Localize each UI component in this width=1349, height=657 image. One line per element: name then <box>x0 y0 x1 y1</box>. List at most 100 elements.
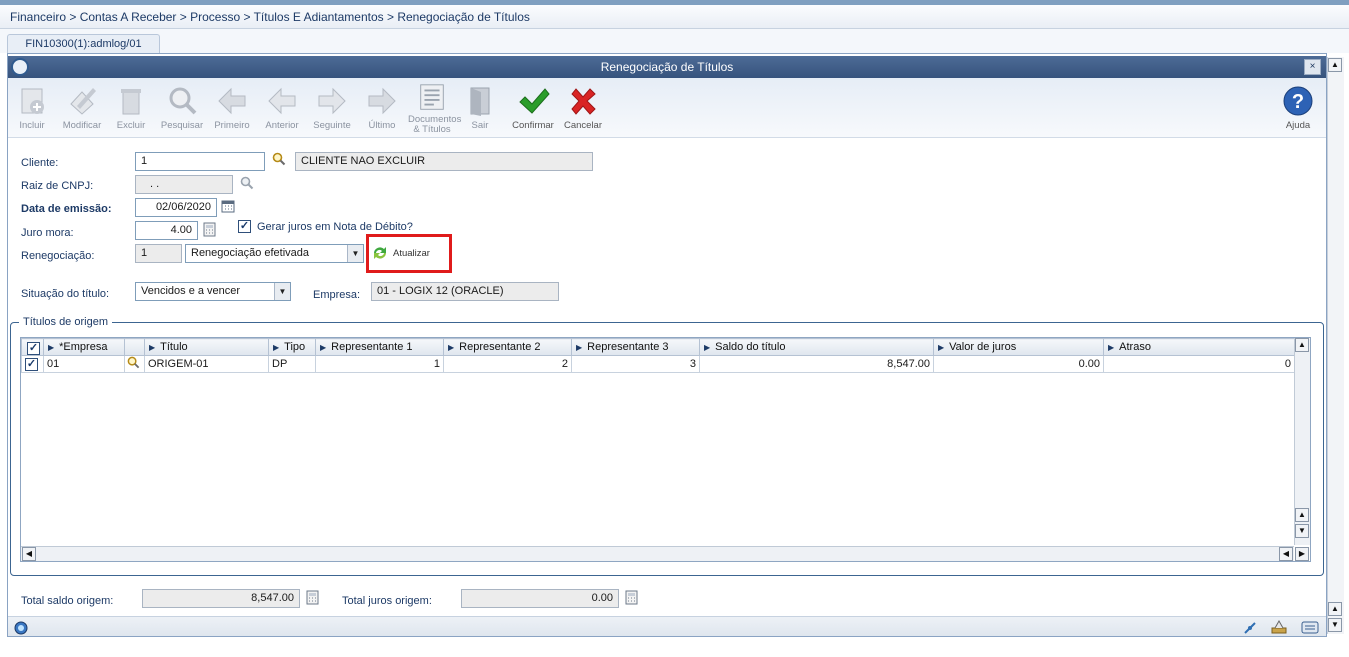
data-emissao-label: Data de emissão: <box>21 203 112 215</box>
col-titulo-label: Título <box>160 341 188 353</box>
scroll-up-icon[interactable]: ▲ <box>1295 338 1309 352</box>
col-rep2[interactable]: ▶ Representante 2 <box>443 338 572 356</box>
cell-rep3[interactable]: 3 <box>571 355 700 373</box>
scroll-right-icon[interactable]: ▶ <box>1295 547 1309 561</box>
tab-program[interactable]: FIN10300(1):admlog/01 <box>7 34 160 54</box>
ajuda-label: Ajuda <box>1285 120 1311 131</box>
grid-horizontal-scrollbar[interactable] <box>21 546 1294 561</box>
status-globe-icon[interactable] <box>12 620 30 636</box>
row-search-icon[interactable] <box>127 356 140 369</box>
excluir-button[interactable]: Excluir <box>107 82 155 136</box>
renegociacao-input[interactable]: 1 <box>135 244 182 263</box>
col-atraso[interactable]: ▶ Atraso <box>1103 338 1295 356</box>
primeiro-label: Primeiro <box>214 120 250 131</box>
incluir-button[interactable]: Incluir <box>8 82 56 136</box>
cell-atraso[interactable]: 0 <box>1103 355 1295 373</box>
juro-mora-calculator-icon[interactable] <box>203 222 216 240</box>
primeiro-button[interactable]: Primeiro <box>208 82 256 136</box>
search-icon <box>169 87 197 115</box>
cliente-input[interactable]: 1 <box>135 152 265 171</box>
exit-door-icon <box>470 87 490 116</box>
incluir-label: Incluir <box>19 120 45 131</box>
data-emissao-input[interactable]: 02/06/2020 <box>135 198 217 217</box>
cell-juros[interactable]: 0.00 <box>933 355 1104 373</box>
renegociacao-status-value: Renegociação efetivada <box>191 247 310 259</box>
renegociacao-status-select[interactable]: Renegociação efetivada ▼ <box>185 244 364 263</box>
scroll-down-icon[interactable]: ▼ <box>1328 618 1342 632</box>
scroll-up-icon[interactable]: ▲ <box>1295 508 1309 522</box>
raiz-cnpj-label: Raiz de CNPJ: <box>21 180 94 192</box>
total-juros-field: 0.00 <box>461 589 619 608</box>
scroll-up-icon[interactable]: ▲ <box>1328 58 1342 72</box>
cell-rep2[interactable]: 2 <box>443 355 572 373</box>
ultimo-label: Último <box>368 120 396 131</box>
ultimo-button[interactable]: Último <box>358 82 406 136</box>
window-vertical-scrollbar[interactable] <box>1327 57 1344 634</box>
trash-icon <box>121 89 141 115</box>
status-bar <box>8 616 1326 636</box>
sort-arrow-icon: ▶ <box>273 343 280 352</box>
excluir-label: Excluir <box>116 120 146 131</box>
sort-arrow-icon: ▶ <box>704 343 711 352</box>
col-rep1[interactable]: ▶ Representante 1 <box>315 338 444 356</box>
documentos-titulos-button[interactable]: Documentos & Títulos <box>408 80 461 135</box>
close-button[interactable]: × <box>1304 59 1321 75</box>
cell-lookup[interactable] <box>124 355 145 373</box>
col-saldo-label: Saldo do título <box>715 341 786 353</box>
col-rep3[interactable]: ▶ Representante 3 <box>571 338 700 356</box>
scroll-left-icon[interactable]: ◀ <box>1279 547 1293 561</box>
keyboard-icon[interactable] <box>1301 621 1319 634</box>
modificar-button[interactable]: Modificar <box>58 82 106 136</box>
col-tipo[interactable]: ▶ Tipo <box>268 338 316 356</box>
total-juros-calculator-icon[interactable] <box>625 590 638 608</box>
cell-titulo[interactable]: ORIGEM-01 <box>144 355 269 373</box>
link-icon[interactable] <box>1243 621 1257 635</box>
col-titulo[interactable]: ▶ Título <box>144 338 269 356</box>
raiz-cnpj-search-icon[interactable] <box>240 176 254 193</box>
total-saldo-calculator-icon[interactable] <box>306 590 319 608</box>
cell-saldo[interactable]: 8,547.00 <box>699 355 934 373</box>
confirmar-label: Confirmar <box>512 120 554 131</box>
row-checkbox[interactable]: ✓ <box>25 357 38 371</box>
table-row[interactable]: ✓ 01 ORIGEM-01 DP 1 2 3 8,547.00 0.00 0 <box>21 355 1295 373</box>
cancelar-button[interactable]: Cancelar <box>559 82 607 136</box>
situacao-select[interactable]: Vencidos e a vencer ▼ <box>135 282 291 301</box>
col-empresa[interactable]: ▶ *Empresa <box>43 338 125 356</box>
col-saldo[interactable]: ▶ Saldo do título <box>699 338 934 356</box>
ajuda-button[interactable]: ? Ajuda <box>1274 82 1322 136</box>
last-arrow-icon <box>368 87 396 115</box>
col-juros[interactable]: ▶ Valor de juros <box>933 338 1104 356</box>
col-empresa-label: *Empresa <box>59 341 108 353</box>
col-rep1-label: Representante 1 <box>331 341 413 353</box>
cliente-label: Cliente: <box>21 157 59 169</box>
gerar-juros-checkbox[interactable]: ✓ <box>238 220 251 233</box>
anterior-button[interactable]: Anterior <box>258 82 306 136</box>
cell-empresa[interactable]: 01 <box>43 355 125 373</box>
scroll-left-icon[interactable]: ◀ <box>22 547 36 561</box>
select-all-header[interactable]: ✓ <box>21 338 44 356</box>
group-title: Títulos de origem <box>19 316 112 328</box>
confirmar-button[interactable]: Confirmar <box>509 82 557 136</box>
juro-mora-input[interactable]: 4.00 <box>135 221 198 240</box>
cliente-search-icon[interactable] <box>272 152 286 169</box>
svg-text:?: ? <box>1292 91 1304 113</box>
cell-rep1[interactable]: 1 <box>315 355 444 373</box>
calendar-icon[interactable] <box>221 199 235 216</box>
raiz-cnpj-input[interactable]: . . <box>135 175 233 194</box>
total-saldo-field: 8,547.00 <box>142 589 300 608</box>
tools-icon[interactable] <box>1270 619 1288 635</box>
tab-bar <box>0 29 1349 53</box>
checkmark-icon <box>519 88 550 114</box>
row-select-cell[interactable]: ✓ <box>21 355 44 373</box>
scroll-up-icon[interactable]: ▲ <box>1328 602 1342 616</box>
select-all-checkbox[interactable]: ✓ <box>27 341 40 355</box>
modificar-label: Modificar <box>62 120 102 131</box>
seguinte-button[interactable]: Seguinte <box>308 82 356 136</box>
atualizar-button[interactable]: Atualizar <box>371 243 445 265</box>
pesquisar-button[interactable]: Pesquisar <box>158 82 206 136</box>
sair-button[interactable]: Sair <box>456 82 504 136</box>
empresa-field: 01 - LOGIX 12 (ORACLE) <box>371 282 559 301</box>
scroll-down-icon[interactable]: ▼ <box>1295 524 1309 538</box>
juro-mora-label: Juro mora: <box>21 227 74 239</box>
cell-tipo[interactable]: DP <box>268 355 316 373</box>
